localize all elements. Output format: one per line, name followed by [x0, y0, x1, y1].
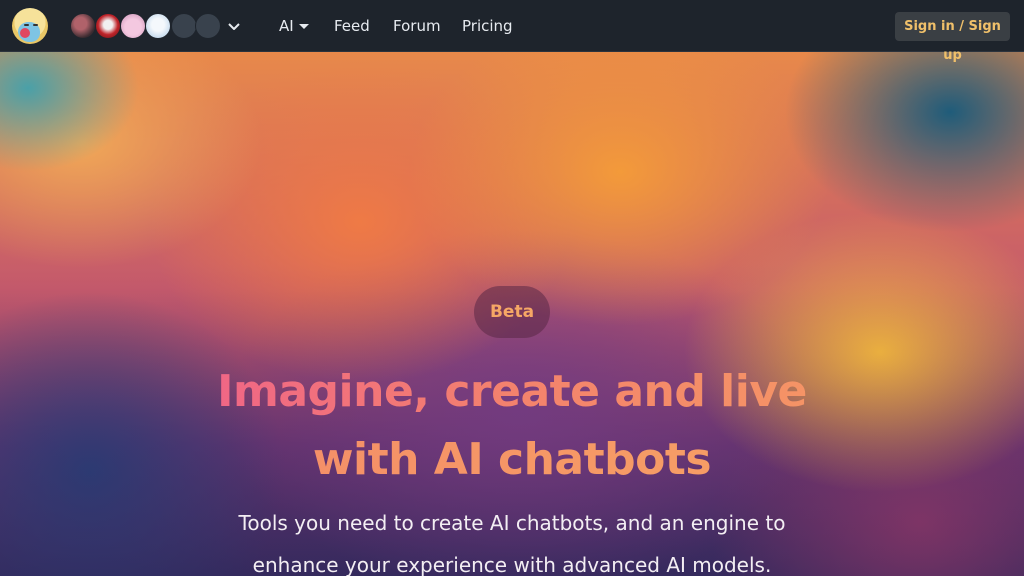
- site-logo[interactable]: [12, 8, 48, 44]
- headline-line-2: with AI chatbots: [112, 426, 912, 494]
- top-navigation-bar: AI Feed Forum Pricing Sign in / Sign up: [0, 0, 1024, 63]
- beta-badge: Beta: [474, 286, 550, 338]
- avatar-4[interactable]: [145, 13, 171, 39]
- subtext-line-2: enhance your experience with advanced AI…: [252, 553, 772, 576]
- logo-heart-icon: [20, 28, 30, 38]
- hero-subtext: Tools you need to create AI chatbots, an…: [162, 502, 862, 576]
- hero-section: Beta Imagine, create and live with AI ch…: [0, 52, 1024, 576]
- nav-forum[interactable]: Forum: [393, 15, 441, 37]
- chevron-down-icon[interactable]: [226, 18, 242, 34]
- avatar-1[interactable]: [70, 13, 96, 39]
- nav-ai[interactable]: AI: [279, 15, 294, 37]
- nav-feed[interactable]: Feed: [334, 15, 370, 37]
- headline-line-1: Imagine, create and live: [112, 358, 912, 426]
- avatar-6[interactable]: [195, 13, 221, 39]
- avatar-2[interactable]: [95, 13, 121, 39]
- chevron-down-icon[interactable]: [297, 19, 311, 33]
- subtext-line-1: Tools you need to create AI chatbots, an…: [238, 511, 786, 535]
- hero-headline: Imagine, create and live with AI chatbot…: [112, 358, 912, 494]
- logo-eye-icon: [24, 24, 29, 26]
- nav-pricing[interactable]: Pricing: [462, 15, 513, 37]
- avatar-5[interactable]: [171, 13, 197, 39]
- logo-eye-icon: [33, 24, 38, 26]
- avatar-3[interactable]: [120, 13, 146, 39]
- sign-in-button[interactable]: Sign in / Sign up: [895, 12, 1010, 63]
